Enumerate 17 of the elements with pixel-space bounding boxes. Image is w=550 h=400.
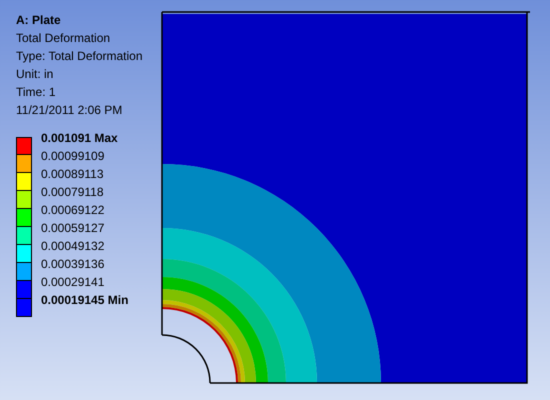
info-line: Type: Total Deformation bbox=[16, 48, 143, 65]
result-title: A: Plate bbox=[16, 12, 62, 29]
info-line: Total Deformation bbox=[16, 30, 112, 47]
legend-label: 0.00089113 bbox=[41, 166, 105, 183]
legend-label: 0.00099109 bbox=[41, 148, 106, 165]
hole-outline bbox=[162, 334, 211, 384]
legend-label: 0.00059127 bbox=[41, 220, 106, 237]
legend-label: 0.00039136 bbox=[41, 256, 106, 273]
legend-label: 0.001091 Max bbox=[41, 130, 119, 147]
info-line: Unit: in bbox=[16, 66, 54, 83]
legend-label: 0.00029141 bbox=[41, 274, 106, 291]
legend-label: 0.00069122 bbox=[41, 202, 106, 219]
legend-label: 0.00019145 Min bbox=[41, 292, 130, 309]
info-line: Time: 1 bbox=[16, 84, 57, 101]
legend-label: 0.00049132 bbox=[41, 238, 106, 255]
legend-label: 0.00079118 bbox=[41, 184, 105, 201]
info-line: 11/21/2011 2:06 PM bbox=[16, 102, 124, 119]
